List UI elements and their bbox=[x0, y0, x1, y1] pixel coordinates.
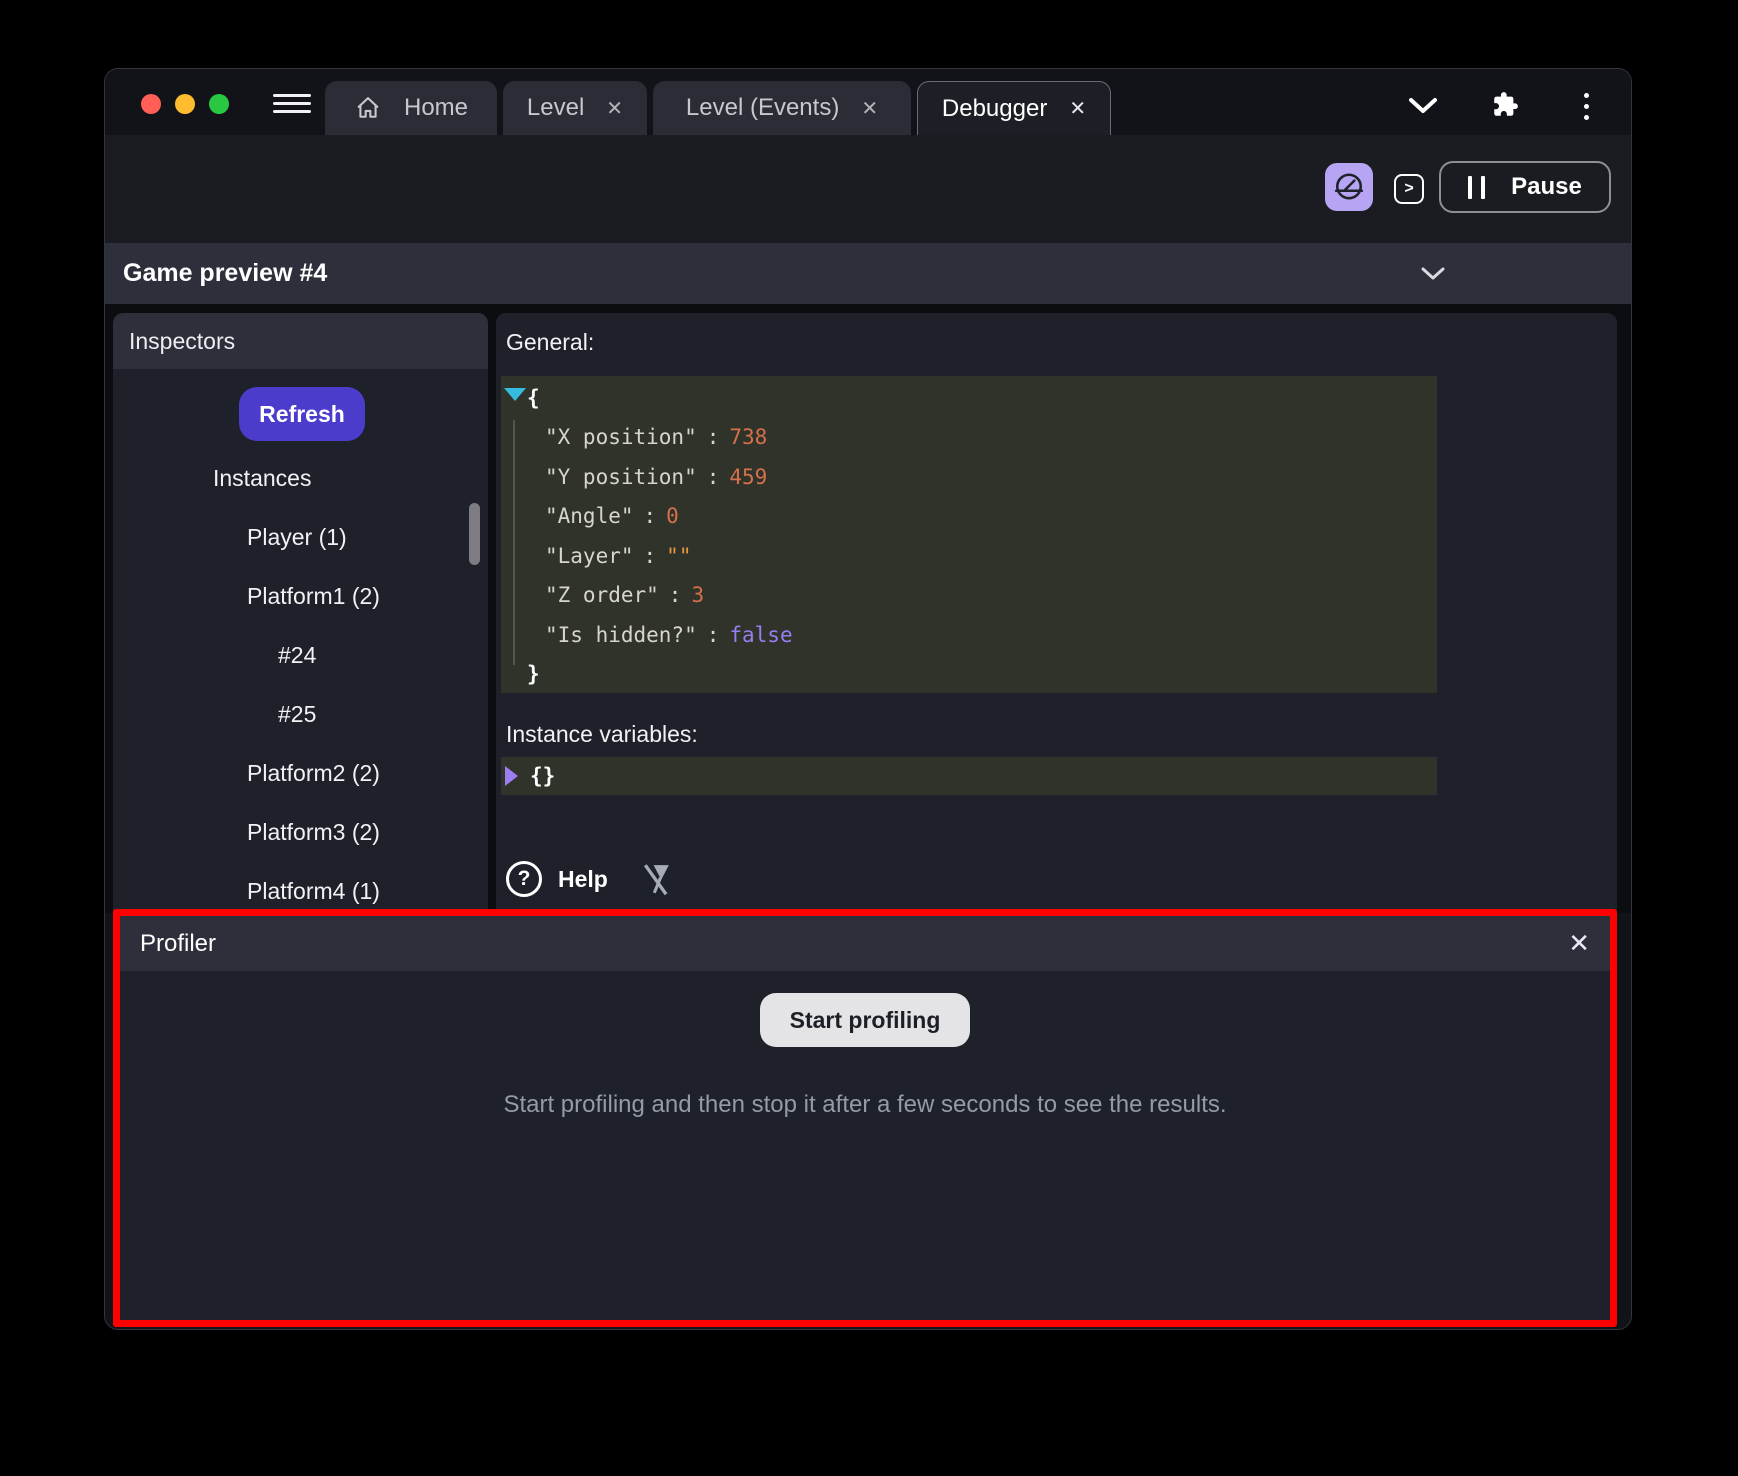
profiler-title: Profiler bbox=[140, 930, 1568, 958]
profiler-body: Start profiling Start profiling and then… bbox=[120, 971, 1610, 1119]
game-preview-title: Game preview #4 bbox=[123, 259, 327, 288]
close-window-button[interactable] bbox=[141, 94, 161, 114]
tab-bar: Home Level ✕ Level (Events) ✕ Debugger ✕ bbox=[105, 69, 1631, 135]
extensions-puzzle-icon[interactable] bbox=[1492, 91, 1519, 118]
tree-item-player[interactable]: Player (1) bbox=[113, 508, 488, 567]
profiler-description: Start profiling and then stop it after a… bbox=[503, 1091, 1226, 1119]
json-property-row: "X position":738 bbox=[501, 418, 1437, 458]
instance-variables-label: Instance variables: bbox=[506, 721, 698, 748]
window-controls bbox=[141, 94, 229, 114]
json-key: "Is hidden?" bbox=[545, 623, 697, 647]
tab-level-events[interactable]: Level (Events) ✕ bbox=[653, 81, 911, 135]
general-json-view: { "X position":738 "Y position":459 "Ang… bbox=[501, 376, 1437, 693]
tree-item-instances[interactable]: Instances bbox=[113, 449, 488, 508]
json-key: "Z order" bbox=[545, 583, 659, 607]
instances-tree: Instances Player (1) Platform1 (2) #24 #… bbox=[113, 449, 488, 913]
tree-item-platform2[interactable]: Platform2 (2) bbox=[113, 744, 488, 803]
pause-button[interactable]: Pause bbox=[1439, 161, 1611, 213]
json-close-brace: } bbox=[501, 655, 1437, 695]
help-row: ? Help bbox=[506, 861, 672, 897]
home-icon bbox=[354, 94, 382, 122]
tab-level[interactable]: Level ✕ bbox=[503, 81, 647, 135]
start-profiling-button[interactable]: Start profiling bbox=[760, 993, 971, 1047]
close-tab-icon[interactable]: ✕ bbox=[861, 96, 878, 121]
json-key: "X position" bbox=[545, 425, 697, 449]
tree-item-platform3[interactable]: Platform3 (2) bbox=[113, 803, 488, 862]
tree-item-platform4[interactable]: Platform4 (1) bbox=[113, 862, 488, 913]
pause-icon bbox=[1468, 176, 1485, 199]
profiler-panel: Profiler ✕ Start profiling Start profili… bbox=[113, 909, 1617, 1327]
maximize-window-button[interactable] bbox=[209, 94, 229, 114]
json-property-row: "Is hidden?":false bbox=[501, 615, 1437, 655]
general-section-label: General: bbox=[506, 329, 594, 356]
tree-item-instance-24[interactable]: #24 bbox=[113, 626, 488, 685]
close-icon[interactable]: ✕ bbox=[1568, 928, 1590, 959]
profiler-header: Profiler ✕ bbox=[120, 916, 1610, 971]
inspectors-sidebar: Inspectors Refresh Instances Player (1) … bbox=[113, 313, 488, 913]
refresh-button[interactable]: Refresh bbox=[239, 387, 365, 441]
pause-label: Pause bbox=[1511, 173, 1582, 201]
tree-item-platform1[interactable]: Platform1 (2) bbox=[113, 567, 488, 626]
game-preview-accordion[interactable]: Game preview #4 bbox=[105, 243, 1631, 304]
app-window: Home Level ✕ Level (Events) ✕ Debugger ✕ bbox=[104, 68, 1632, 1330]
tab-home[interactable]: Home bbox=[325, 81, 497, 135]
json-key: "Angle" bbox=[545, 504, 634, 528]
more-options-dots-icon[interactable] bbox=[1584, 93, 1589, 120]
json-value[interactable]: 3 bbox=[691, 583, 704, 607]
tab-label: Debugger bbox=[942, 95, 1047, 123]
tree-item-instance-25[interactable]: #25 bbox=[113, 685, 488, 744]
json-value[interactable]: 738 bbox=[729, 425, 767, 449]
json-value[interactable]: 0 bbox=[666, 504, 679, 528]
instance-variables-value[interactable]: {} bbox=[530, 764, 555, 788]
debugger-toolbar: > Pause bbox=[105, 135, 1631, 243]
menu-hamburger-icon[interactable] bbox=[273, 94, 311, 113]
json-value[interactable]: false bbox=[729, 623, 792, 647]
json-property-row: "Angle":0 bbox=[501, 497, 1437, 537]
instance-variables-row: {} bbox=[501, 757, 1437, 795]
close-tab-icon[interactable]: ✕ bbox=[606, 96, 623, 121]
help-question-icon[interactable]: ? bbox=[506, 861, 542, 897]
tab-debugger[interactable]: Debugger ✕ bbox=[917, 81, 1111, 135]
help-label[interactable]: Help bbox=[558, 866, 608, 893]
json-property-row: "Y position":459 bbox=[501, 457, 1437, 497]
inspector-detail-panel: General: { "X position":738 "Y position"… bbox=[496, 313, 1617, 913]
json-property-row: "Z order":3 bbox=[501, 576, 1437, 616]
console-icon[interactable]: > bbox=[1394, 174, 1424, 204]
expand-triangle-icon[interactable] bbox=[505, 766, 518, 786]
profiler-gauge-icon[interactable] bbox=[1325, 163, 1373, 211]
sidebar-scrollbar-thumb[interactable] bbox=[469, 503, 480, 565]
chevron-down-icon[interactable] bbox=[1408, 97, 1438, 114]
json-value[interactable]: "" bbox=[666, 544, 691, 568]
inspectors-header: Inspectors bbox=[113, 313, 488, 369]
json-key: "Layer" bbox=[545, 544, 634, 568]
unpin-icon[interactable] bbox=[638, 861, 672, 897]
close-tab-icon[interactable]: ✕ bbox=[1069, 96, 1086, 121]
json-key: "Y position" bbox=[545, 465, 697, 489]
json-value[interactable]: 459 bbox=[729, 465, 767, 489]
tab-label: Home bbox=[404, 94, 468, 122]
inspectors-title: Inspectors bbox=[129, 328, 235, 355]
accordion-caret-down-icon[interactable] bbox=[1421, 267, 1445, 281]
tab-label: Level (Events) bbox=[686, 94, 839, 122]
tab-label: Level bbox=[527, 94, 584, 122]
json-property-row: "Layer":"" bbox=[501, 536, 1437, 576]
json-open-brace: { bbox=[501, 378, 1437, 418]
minimize-window-button[interactable] bbox=[175, 94, 195, 114]
